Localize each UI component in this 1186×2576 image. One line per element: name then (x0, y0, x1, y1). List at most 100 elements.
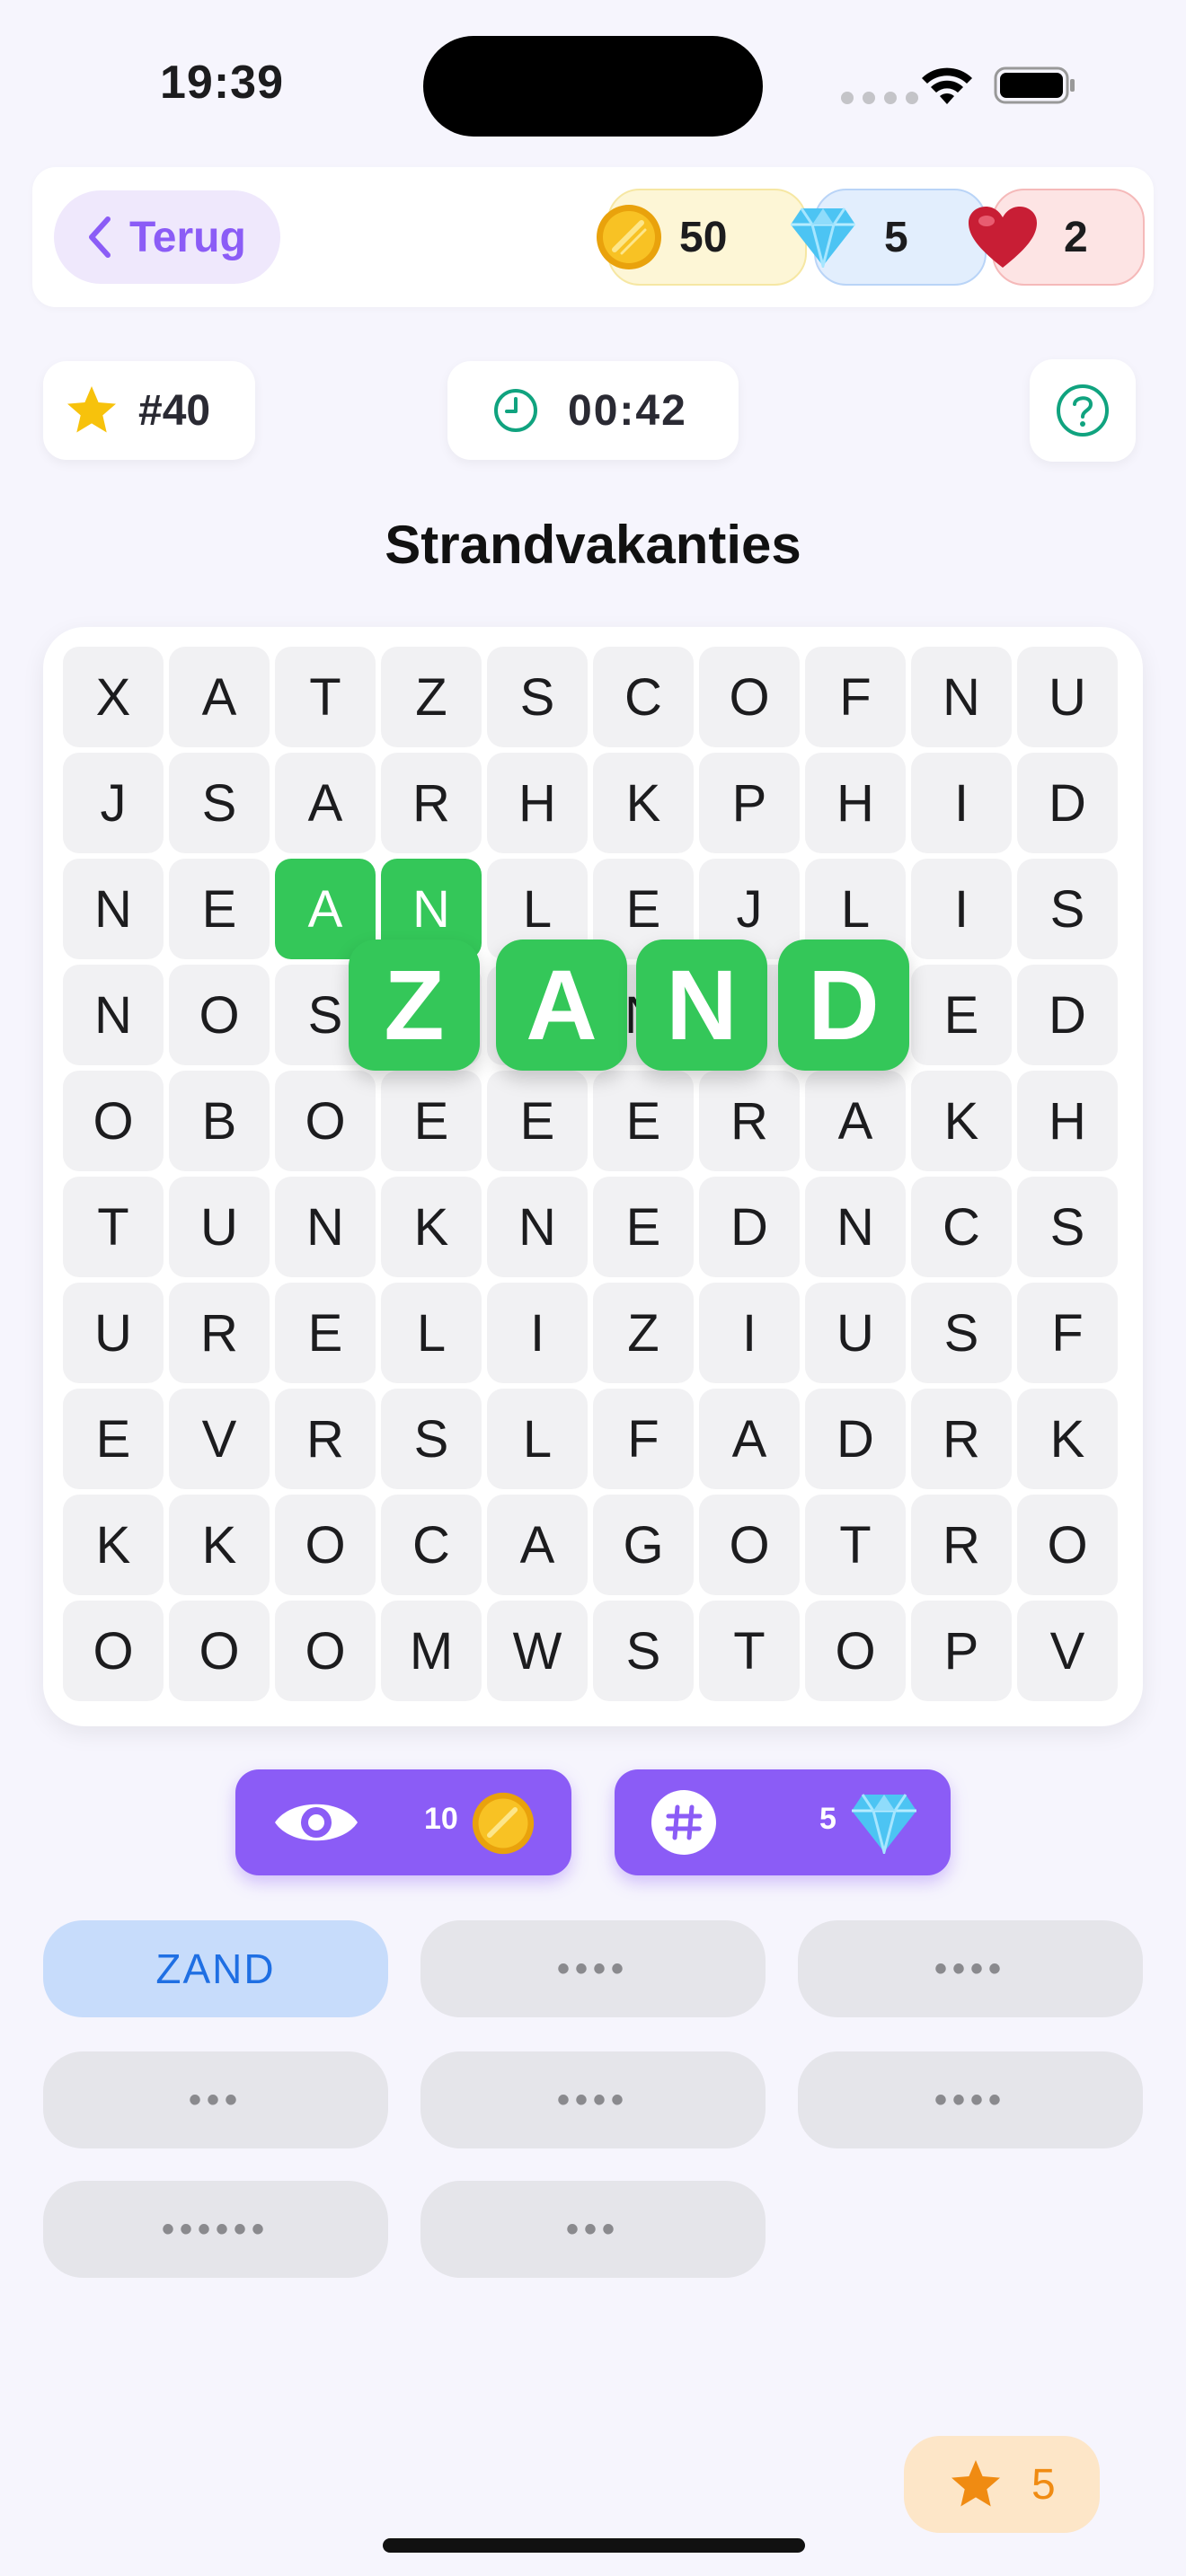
grid-cell[interactable]: O (699, 647, 800, 747)
grid-cell[interactable]: D (805, 1389, 906, 1489)
grid-cell[interactable]: K (593, 753, 694, 853)
cellular-signal-icon (841, 92, 918, 104)
grid-cell[interactable]: S (1017, 1177, 1118, 1277)
grid-cell[interactable]: P (911, 1601, 1012, 1701)
grid-cell[interactable]: L (487, 1389, 588, 1489)
grid-cell[interactable]: W (487, 1601, 588, 1701)
grid-cell[interactable]: U (63, 1283, 164, 1383)
grid-cell[interactable]: E (487, 1071, 588, 1171)
grid-cell[interactable]: F (805, 647, 906, 747)
grid-cell[interactable]: M (381, 1601, 482, 1701)
grid-cell[interactable]: H (805, 753, 906, 853)
grid-cell[interactable]: I (487, 1283, 588, 1383)
grid-cell[interactable]: J (63, 753, 164, 853)
grid-cell[interactable]: R (381, 753, 482, 853)
grid-cell[interactable]: A (699, 1389, 800, 1489)
grid-cell[interactable]: D (1017, 965, 1118, 1065)
grid-cell[interactable]: O (275, 1495, 376, 1595)
grid-cell[interactable]: T (699, 1601, 800, 1701)
grid-cell[interactable]: K (63, 1495, 164, 1595)
grid-cell[interactable]: S (1017, 859, 1118, 959)
grid-cell[interactable]: S (911, 1283, 1012, 1383)
grid-cell[interactable]: O (169, 1601, 270, 1701)
grid-cell[interactable]: S (381, 1389, 482, 1489)
grid-cell[interactable]: B (169, 1071, 270, 1171)
grid-cell[interactable]: F (593, 1389, 694, 1489)
grid-cell[interactable]: R (169, 1283, 270, 1383)
grid-cell[interactable]: H (487, 753, 588, 853)
grid-cell[interactable]: A (805, 1071, 906, 1171)
grid-cell[interactable]: N (63, 965, 164, 1065)
found-letter-tile: A (496, 940, 627, 1071)
grid-cell[interactable]: P (699, 753, 800, 853)
grid-cell[interactable]: E (593, 1071, 694, 1171)
grid-cell[interactable]: K (1017, 1389, 1118, 1489)
grid-cell[interactable]: N (487, 1177, 588, 1277)
grid-cell[interactable]: N (805, 1177, 906, 1277)
grid-cell[interactable]: O (63, 1601, 164, 1701)
grid-cell[interactable]: D (699, 1177, 800, 1277)
coins-counter: 50 (597, 189, 807, 286)
grid-cell[interactable]: S (487, 647, 588, 747)
grid-cell[interactable]: E (63, 1389, 164, 1489)
grid-cell[interactable]: I (911, 753, 1012, 853)
grid-cell[interactable]: O (275, 1071, 376, 1171)
grid-cell[interactable]: K (911, 1071, 1012, 1171)
grid-cell[interactable]: V (1017, 1601, 1118, 1701)
grid-cell[interactable]: R (911, 1495, 1012, 1595)
heart-icon (969, 207, 1037, 268)
grid-cell[interactable]: C (381, 1495, 482, 1595)
grid-cell[interactable]: K (381, 1177, 482, 1277)
grid-cell[interactable]: O (169, 965, 270, 1065)
word-pill: •••• (420, 1920, 766, 2017)
grid-cell[interactable]: Z (381, 647, 482, 747)
grid-cell[interactable]: T (275, 647, 376, 747)
grid-cell[interactable]: N (911, 647, 1012, 747)
grid-cell[interactable]: N (63, 859, 164, 959)
grid-cell[interactable]: N (275, 1177, 376, 1277)
grid-cell[interactable]: R (699, 1071, 800, 1171)
grid-cell[interactable]: E (275, 1283, 376, 1383)
back-button[interactable]: Terug (54, 190, 280, 284)
grid-cell[interactable]: O (805, 1601, 906, 1701)
help-button[interactable] (1030, 359, 1136, 462)
back-button-label: Terug (129, 213, 246, 261)
home-indicator[interactable] (383, 2538, 805, 2553)
grid-cell[interactable]: U (169, 1177, 270, 1277)
letter-grid[interactable]: XATZSCOFNUJSARHKPHIDNEANLEJLISNOSZANDUED… (63, 647, 1123, 1707)
grid-cell[interactable]: C (911, 1177, 1012, 1277)
grid-cell[interactable]: S (593, 1601, 694, 1701)
grid-cell[interactable]: Z (593, 1283, 694, 1383)
grid-cell[interactable]: O (275, 1601, 376, 1701)
grid-cell[interactable]: T (805, 1495, 906, 1595)
reveal-letter-hint-button[interactable]: 5 (615, 1769, 951, 1875)
grid-cell[interactable]: G (593, 1495, 694, 1595)
grid-cell[interactable]: I (699, 1283, 800, 1383)
grid-cell[interactable]: H (1017, 1071, 1118, 1171)
grid-cell[interactable]: F (1017, 1283, 1118, 1383)
grid-cell[interactable]: A (487, 1495, 588, 1595)
reveal-word-hint-button[interactable]: 10 (235, 1769, 571, 1875)
grid-cell[interactable]: A (275, 753, 376, 853)
grid-cell[interactable]: A (169, 647, 270, 747)
grid-cell[interactable]: O (63, 1071, 164, 1171)
grid-cell[interactable]: D (1017, 753, 1118, 853)
grid-cell[interactable]: X (63, 647, 164, 747)
grid-cell[interactable]: K (169, 1495, 270, 1595)
grid-cell[interactable]: E (911, 965, 1012, 1065)
grid-cell[interactable]: T (63, 1177, 164, 1277)
grid-cell[interactable]: S (169, 753, 270, 853)
grid-cell[interactable]: L (381, 1283, 482, 1383)
grid-cell[interactable]: E (381, 1071, 482, 1171)
grid-cell[interactable]: R (911, 1389, 1012, 1489)
grid-cell[interactable]: O (1017, 1495, 1118, 1595)
grid-cell[interactable]: R (275, 1389, 376, 1489)
grid-cell[interactable]: V (169, 1389, 270, 1489)
grid-cell[interactable]: U (1017, 647, 1118, 747)
grid-cell[interactable]: I (911, 859, 1012, 959)
grid-cell[interactable]: E (593, 1177, 694, 1277)
grid-cell[interactable]: U (805, 1283, 906, 1383)
grid-cell[interactable]: C (593, 647, 694, 747)
grid-cell[interactable]: O (699, 1495, 800, 1595)
grid-cell[interactable]: E (169, 859, 270, 959)
